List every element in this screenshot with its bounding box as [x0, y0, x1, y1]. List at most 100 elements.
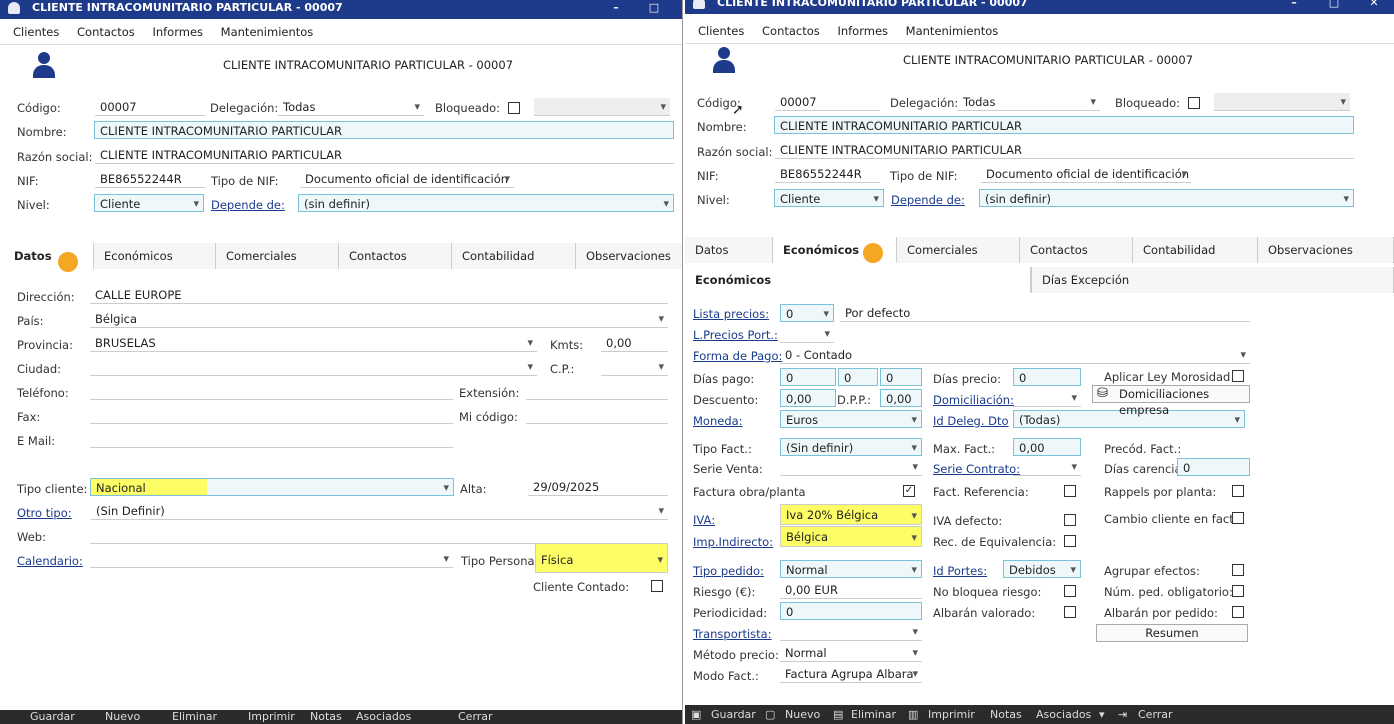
metodo-select[interactable]: Normal [780, 644, 922, 662]
forma-pago-link[interactable]: Forma de Pago: [693, 349, 782, 363]
imprimir-button[interactable]: Imprimir [248, 710, 295, 724]
cp-select[interactable] [601, 358, 668, 376]
menu-informes[interactable]: Informes [152, 25, 203, 39]
minimize-icon[interactable]: – [1284, 0, 1304, 9]
asociados-button[interactable]: Asociados [1036, 705, 1091, 724]
email-field[interactable] [90, 430, 453, 448]
eliminar-button[interactable]: Eliminar [172, 710, 217, 724]
guardar-button[interactable]: Guardar [30, 710, 75, 724]
imprimir-button[interactable]: Imprimir [928, 705, 975, 724]
tab-observaciones[interactable]: Observaciones [576, 243, 682, 269]
otrotipo-link[interactable]: Otro tipo: [17, 506, 72, 520]
periodicidad-field[interactable]: 0 [780, 602, 922, 620]
bloqueado-checkbox[interactable] [508, 102, 520, 114]
alta-field[interactable]: 29/09/2025 [528, 478, 668, 496]
telefono-field[interactable] [90, 382, 453, 400]
bloqueado-select[interactable] [1214, 93, 1350, 111]
transportista-link[interactable]: Transportista: [693, 627, 772, 641]
provincia-select[interactable]: BRUSELAS [90, 334, 537, 352]
albaranped-checkbox[interactable] [1232, 606, 1244, 618]
diasprecio-field[interactable]: 0 [1013, 368, 1081, 386]
fax-field[interactable] [90, 406, 453, 424]
tab-observaciones[interactable]: Observaciones [1258, 237, 1394, 263]
bloqueado-select[interactable] [534, 98, 670, 116]
otrotipo-select[interactable]: (Sin Definir) [91, 502, 668, 520]
tab-datos[interactable]: Datos [4, 243, 94, 269]
lista-precios-select[interactable]: 0 [780, 304, 834, 322]
maximize-icon[interactable]: □ [1324, 0, 1344, 9]
delegacion-select[interactable]: Todas [958, 93, 1100, 111]
tipopersona-select[interactable]: Física [535, 543, 668, 573]
aplicar-checkbox[interactable] [1232, 370, 1244, 382]
idportes-select[interactable]: Debidos [1003, 560, 1081, 578]
micodigo-field[interactable] [526, 406, 668, 424]
asociados-button[interactable]: Asociados [356, 710, 411, 724]
kmts-field[interactable]: 0,00 [601, 334, 668, 352]
tiponif-select[interactable]: Documento oficial de identificación [981, 165, 1191, 183]
tab-comerciales[interactable]: Comerciales [897, 237, 1020, 263]
tab-comerciales[interactable]: Comerciales [216, 243, 339, 269]
tab-economicos[interactable]: Económicos [94, 243, 216, 269]
lprecios-select[interactable] [780, 325, 834, 343]
diaspago-field-2[interactable]: 0 [838, 368, 878, 386]
depende-link[interactable]: Depende de: [891, 193, 965, 207]
ivadefecto-checkbox[interactable] [1064, 514, 1076, 526]
tab-contactos[interactable]: Contactos [339, 243, 452, 269]
extension-field[interactable] [526, 382, 668, 400]
nobloquea-checkbox[interactable] [1064, 585, 1076, 597]
cerrar-button[interactable]: Cerrar [1138, 705, 1173, 724]
menu-clientes[interactable]: Clientes [698, 24, 744, 38]
nif-field[interactable]: BE86552244R [95, 170, 205, 188]
domiciliacion-link[interactable]: Domiciliación: [933, 393, 1014, 407]
diaspago-field-3[interactable]: 0 [880, 368, 922, 386]
guardar-button[interactable]: Guardar [711, 705, 756, 724]
depende-select[interactable]: (sin definir) [298, 194, 674, 212]
tipofact-select[interactable]: (Sin definir) [780, 438, 922, 456]
tab-datos[interactable]: Datos [685, 237, 773, 263]
domiciliacion-select[interactable] [1013, 389, 1081, 407]
receq-checkbox[interactable] [1064, 535, 1076, 547]
notas-button[interactable]: Notas [310, 710, 342, 724]
tiponif-select[interactable]: Documento oficial de identificación [300, 170, 514, 188]
diascarencia-field[interactable]: 0 [1177, 458, 1250, 476]
nombre-field[interactable]: CLIENTE INTRACOMUNITARIO PARTICULAR [94, 121, 674, 139]
subtab-dias-excepcion[interactable]: Días Excepción [1031, 267, 1394, 293]
moneda-select[interactable]: Euros [780, 410, 922, 428]
serieventa-select[interactable] [780, 458, 922, 476]
lista-precios-link[interactable]: Lista precios: [693, 307, 769, 321]
nuevo-button[interactable]: Nuevo [785, 705, 820, 724]
notas-button[interactable]: Notas [990, 705, 1022, 724]
factref-checkbox[interactable] [1064, 485, 1076, 497]
delegacion-select[interactable]: Todas [278, 98, 424, 116]
dpp-field[interactable]: 0,00 [880, 389, 922, 407]
razon-field[interactable]: CLIENTE INTRACOMUNITARIO PARTICULAR [95, 146, 674, 164]
codigo-field[interactable]: 00007 [775, 93, 880, 111]
seriecontrato-select[interactable] [1013, 458, 1081, 476]
diaspago-field-1[interactable]: 0 [780, 368, 836, 386]
menu-contactos[interactable]: Contactos [77, 25, 135, 39]
contado-checkbox[interactable] [651, 580, 663, 592]
impind-select[interactable]: Bélgica [780, 526, 922, 547]
iddeleg-link[interactable]: Id Deleg. Dto [933, 414, 1009, 428]
modo-select[interactable]: Factura Agrupa Albara [780, 665, 922, 683]
iva-link[interactable]: IVA: [693, 513, 715, 527]
tab-contactos[interactable]: Contactos [1020, 237, 1133, 263]
tipoped-select[interactable]: Normal [780, 560, 922, 578]
menu-clientes[interactable]: Clientes [13, 25, 59, 39]
domiciliaciones-empresa-button[interactable]: ⛁ Domiciliaciones empresa [1092, 385, 1250, 417]
resumen-button[interactable]: Resumen [1096, 624, 1248, 642]
nombre-field[interactable]: CLIENTE INTRACOMUNITARIO PARTICULAR [774, 116, 1354, 134]
moneda-link[interactable]: Moneda: [693, 414, 743, 428]
agrupar-checkbox[interactable] [1232, 564, 1244, 576]
web-field[interactable] [90, 526, 668, 544]
impind-link[interactable]: Imp.Indirecto: [693, 535, 773, 549]
calendario-link[interactable]: Calendario: [17, 554, 83, 568]
tab-contabilidad[interactable]: Contabilidad [452, 243, 576, 269]
cerrar-button[interactable]: Cerrar [458, 710, 493, 724]
idportes-link[interactable]: Id Portes: [933, 564, 987, 578]
ciudad-select[interactable] [90, 358, 537, 376]
direccion-field[interactable]: CALLE EUROPE [90, 286, 668, 304]
albaran-checkbox[interactable] [1064, 606, 1076, 618]
pais-select[interactable]: Bélgica [90, 310, 668, 328]
nivel-select[interactable]: Cliente [774, 189, 884, 207]
